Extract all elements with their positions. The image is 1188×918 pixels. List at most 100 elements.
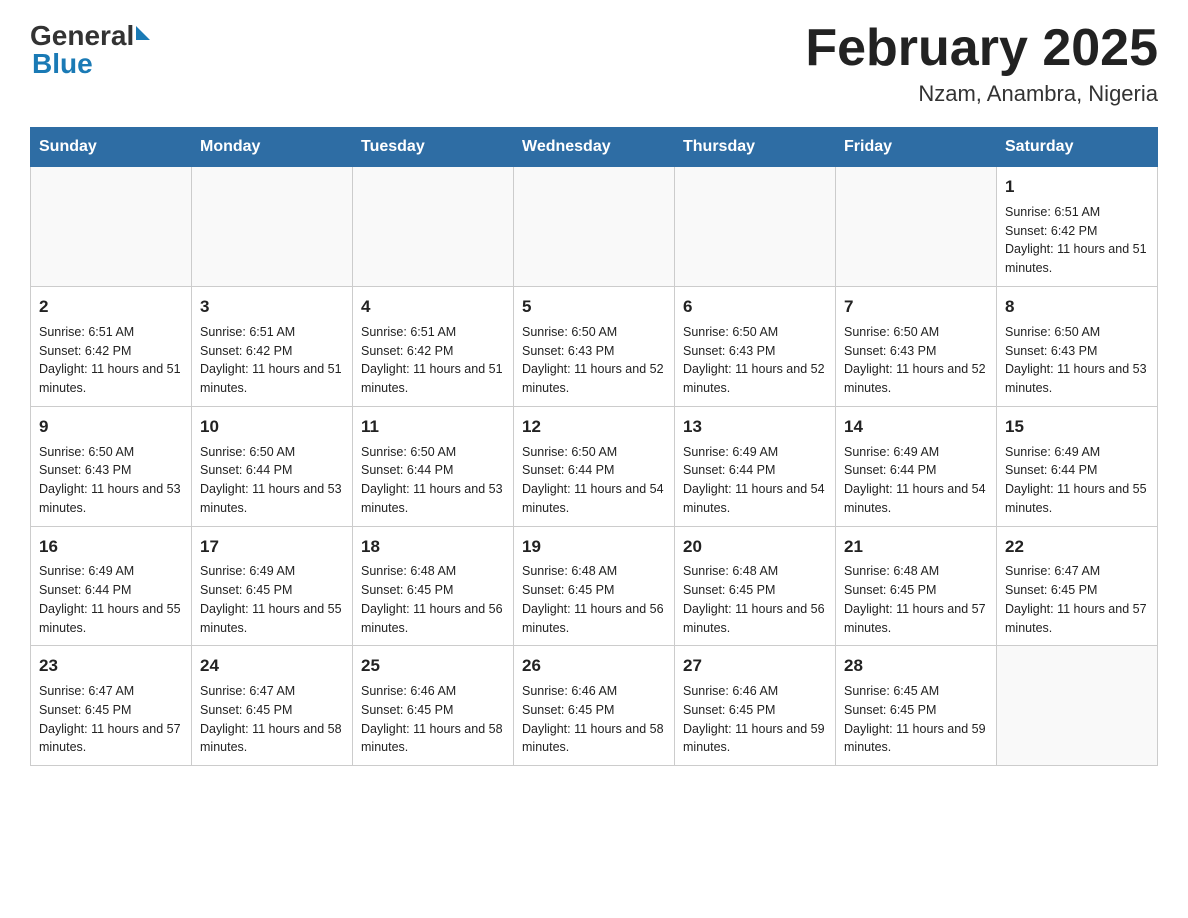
calendar-cell (675, 167, 836, 287)
logo: General Blue (30, 20, 150, 80)
calendar-cell: 28 Sunrise: 6:45 AMSunset: 6:45 PMDayligh… (836, 646, 997, 766)
day-info: Sunrise: 6:50 AMSunset: 6:43 PMDaylight:… (844, 323, 988, 398)
calendar-cell: 15 Sunrise: 6:49 AMSunset: 6:44 PMDayligh… (997, 406, 1158, 526)
calendar-cell: 5 Sunrise: 6:50 AMSunset: 6:43 PMDaylight… (514, 286, 675, 406)
day-number: 16 (39, 535, 183, 559)
calendar-cell: 8 Sunrise: 6:50 AMSunset: 6:43 PMDaylight… (997, 286, 1158, 406)
day-number: 15 (1005, 415, 1149, 439)
calendar-table: SundayMondayTuesdayWednesdayThursdayFrid… (30, 127, 1158, 766)
page-header: General Blue February 2025 Nzam, Anambra… (30, 20, 1158, 107)
weekday-header-row: SundayMondayTuesdayWednesdayThursdayFrid… (31, 128, 1158, 167)
calendar-cell (514, 167, 675, 287)
day-number: 28 (844, 654, 988, 678)
day-info: Sunrise: 6:45 AMSunset: 6:45 PMDaylight:… (844, 682, 988, 757)
calendar-cell: 23 Sunrise: 6:47 AMSunset: 6:45 PMDayligh… (31, 646, 192, 766)
day-info: Sunrise: 6:47 AMSunset: 6:45 PMDaylight:… (200, 682, 344, 757)
calendar-cell: 13 Sunrise: 6:49 AMSunset: 6:44 PMDayligh… (675, 406, 836, 526)
day-number: 23 (39, 654, 183, 678)
calendar-cell: 6 Sunrise: 6:50 AMSunset: 6:43 PMDaylight… (675, 286, 836, 406)
day-info: Sunrise: 6:49 AMSunset: 6:44 PMDaylight:… (844, 443, 988, 518)
day-number: 24 (200, 654, 344, 678)
day-info: Sunrise: 6:50 AMSunset: 6:43 PMDaylight:… (522, 323, 666, 398)
calendar-cell (836, 167, 997, 287)
month-title: February 2025 (805, 20, 1158, 77)
day-info: Sunrise: 6:51 AMSunset: 6:42 PMDaylight:… (361, 323, 505, 398)
weekday-header-friday: Friday (836, 128, 997, 167)
day-number: 17 (200, 535, 344, 559)
day-info: Sunrise: 6:50 AMSunset: 6:43 PMDaylight:… (1005, 323, 1149, 398)
calendar-cell (192, 167, 353, 287)
calendar-cell (997, 646, 1158, 766)
day-info: Sunrise: 6:50 AMSunset: 6:44 PMDaylight:… (522, 443, 666, 518)
day-number: 27 (683, 654, 827, 678)
day-info: Sunrise: 6:47 AMSunset: 6:45 PMDaylight:… (39, 682, 183, 757)
calendar-cell (353, 167, 514, 287)
week-row-3: 9 Sunrise: 6:50 AMSunset: 6:43 PMDaylight… (31, 406, 1158, 526)
day-number: 19 (522, 535, 666, 559)
calendar-cell: 17 Sunrise: 6:49 AMSunset: 6:45 PMDayligh… (192, 526, 353, 646)
calendar-cell: 2 Sunrise: 6:51 AMSunset: 6:42 PMDaylight… (31, 286, 192, 406)
day-info: Sunrise: 6:47 AMSunset: 6:45 PMDaylight:… (1005, 562, 1149, 637)
calendar-cell (31, 167, 192, 287)
week-row-2: 2 Sunrise: 6:51 AMSunset: 6:42 PMDaylight… (31, 286, 1158, 406)
weekday-header-sunday: Sunday (31, 128, 192, 167)
day-info: Sunrise: 6:46 AMSunset: 6:45 PMDaylight:… (361, 682, 505, 757)
calendar-cell: 20Sunrise: 6:48 AMSunset: 6:45 PMDayligh… (675, 526, 836, 646)
day-number: 7 (844, 295, 988, 319)
day-number: 8 (1005, 295, 1149, 319)
calendar-cell: 10 Sunrise: 6:50 AMSunset: 6:44 PMDayligh… (192, 406, 353, 526)
weekday-header-saturday: Saturday (997, 128, 1158, 167)
calendar-cell: 26 Sunrise: 6:46 AMSunset: 6:45 PMDayligh… (514, 646, 675, 766)
day-number: 22 (1005, 535, 1149, 559)
calendar-cell: 4 Sunrise: 6:51 AMSunset: 6:42 PMDaylight… (353, 286, 514, 406)
day-info: Sunrise: 6:51 AMSunset: 6:42 PMDaylight:… (200, 323, 344, 398)
calendar-cell: 1Sunrise: 6:51 AMSunset: 6:42 PMDaylight… (997, 167, 1158, 287)
weekday-header-monday: Monday (192, 128, 353, 167)
day-info: Sunrise: 6:49 AMSunset: 6:44 PMDaylight:… (683, 443, 827, 518)
title-area: February 2025 Nzam, Anambra, Nigeria (805, 20, 1158, 107)
day-number: 21 (844, 535, 988, 559)
day-number: 2 (39, 295, 183, 319)
day-number: 25 (361, 654, 505, 678)
day-info: Sunrise: 6:50 AMSunset: 6:43 PMDaylight:… (39, 443, 183, 518)
day-number: 26 (522, 654, 666, 678)
day-number: 10 (200, 415, 344, 439)
day-number: 12 (522, 415, 666, 439)
calendar-cell: 22 Sunrise: 6:47 AMSunset: 6:45 PMDayligh… (997, 526, 1158, 646)
calendar-cell: 19Sunrise: 6:48 AMSunset: 6:45 PMDayligh… (514, 526, 675, 646)
day-number: 11 (361, 415, 505, 439)
day-number: 20 (683, 535, 827, 559)
day-number: 6 (683, 295, 827, 319)
calendar-cell: 11 Sunrise: 6:50 AMSunset: 6:44 PMDayligh… (353, 406, 514, 526)
logo-triangle-icon (136, 26, 150, 40)
day-info: Sunrise: 6:50 AMSunset: 6:44 PMDaylight:… (200, 443, 344, 518)
day-number: 14 (844, 415, 988, 439)
location-title: Nzam, Anambra, Nigeria (805, 81, 1158, 107)
calendar-cell: 9 Sunrise: 6:50 AMSunset: 6:43 PMDaylight… (31, 406, 192, 526)
day-info: Sunrise: 6:46 AMSunset: 6:45 PMDaylight:… (522, 682, 666, 757)
day-number: 9 (39, 415, 183, 439)
day-number: 4 (361, 295, 505, 319)
day-info: Sunrise: 6:51 AMSunset: 6:42 PMDaylight:… (39, 323, 183, 398)
calendar-cell: 21Sunrise: 6:48 AMSunset: 6:45 PMDayligh… (836, 526, 997, 646)
day-info: Sunrise: 6:50 AMSunset: 6:43 PMDaylight:… (683, 323, 827, 398)
calendar-cell: 27 Sunrise: 6:46 AMSunset: 6:45 PMDayligh… (675, 646, 836, 766)
day-number: 13 (683, 415, 827, 439)
week-row-4: 16 Sunrise: 6:49 AMSunset: 6:44 PMDayligh… (31, 526, 1158, 646)
day-info: Sunrise: 6:49 AMSunset: 6:44 PMDaylight:… (1005, 443, 1149, 518)
logo-blue-text: Blue (32, 48, 93, 79)
weekday-header-wednesday: Wednesday (514, 128, 675, 167)
day-info: Sunrise: 6:49 AMSunset: 6:45 PMDaylight:… (200, 562, 344, 637)
week-row-5: 23 Sunrise: 6:47 AMSunset: 6:45 PMDayligh… (31, 646, 1158, 766)
day-info: Sunrise: 6:49 AMSunset: 6:44 PMDaylight:… (39, 562, 183, 637)
day-info: Sunrise: 6:48 AMSunset: 6:45 PMDaylight:… (361, 562, 505, 637)
day-number: 3 (200, 295, 344, 319)
day-number: 18 (361, 535, 505, 559)
weekday-header-tuesday: Tuesday (353, 128, 514, 167)
calendar-cell: 7 Sunrise: 6:50 AMSunset: 6:43 PMDaylight… (836, 286, 997, 406)
day-number: 5 (522, 295, 666, 319)
day-info: Sunrise: 6:46 AMSunset: 6:45 PMDaylight:… (683, 682, 827, 757)
calendar-cell: 25 Sunrise: 6:46 AMSunset: 6:45 PMDayligh… (353, 646, 514, 766)
day-info: Sunrise: 6:50 AMSunset: 6:44 PMDaylight:… (361, 443, 505, 518)
weekday-header-thursday: Thursday (675, 128, 836, 167)
